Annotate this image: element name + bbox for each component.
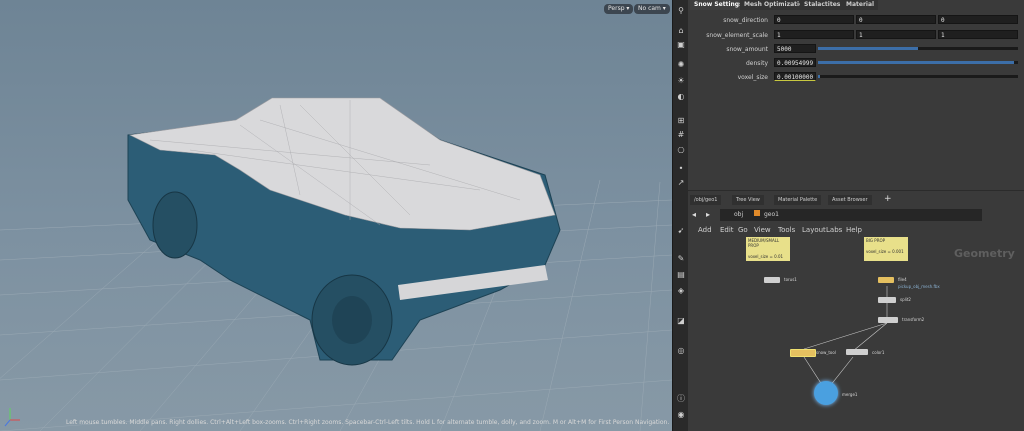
node-color1[interactable]: [846, 349, 868, 355]
slider-fill: [818, 61, 1014, 64]
snow-direction-y[interactable]: 0: [856, 15, 936, 24]
density-slider[interactable]: [818, 61, 1018, 64]
density-field[interactable]: 0.00954999: [774, 58, 816, 67]
grid-icon[interactable]: #: [676, 130, 686, 140]
display-icon[interactable]: ▤: [676, 270, 686, 280]
info-icon[interactable]: ⓘ: [676, 394, 686, 404]
node-label: file4: [898, 277, 907, 282]
voxel-size-field[interactable]: 0.00100000: [774, 72, 816, 81]
light-icon[interactable]: ✺: [676, 60, 686, 70]
node-merge1[interactable]: [814, 381, 838, 405]
snow-amount-field[interactable]: 5000: [774, 44, 816, 53]
node-label: merge1: [842, 392, 858, 397]
snow-direction-x[interactable]: 0: [774, 15, 854, 24]
pin-icon[interactable]: ⚲: [676, 6, 686, 16]
param-label: snow_direction: [723, 17, 768, 24]
node-sublabel: pickup_obj_mesh.fbx: [898, 284, 940, 289]
param-label: density: [746, 60, 768, 67]
node-split2[interactable]: [878, 297, 896, 303]
ghost-icon[interactable]: ◎: [676, 346, 686, 356]
tab-stalactites[interactable]: Stalactites: [800, 0, 845, 10]
tab-material[interactable]: Material: [842, 0, 879, 10]
snow-direction-z[interactable]: 0: [938, 15, 1018, 24]
node-snow-tool[interactable]: [790, 349, 816, 357]
scene-viewport[interactable]: Persp ▾ No cam ▾ Left mouse tumbles. Mid…: [0, 0, 672, 431]
camera-menu[interactable]: No cam ▾: [634, 4, 670, 14]
node-torus1[interactable]: [764, 277, 780, 283]
frame-icon[interactable]: ▣: [676, 40, 686, 50]
dot-icon[interactable]: •: [676, 164, 686, 174]
node-label: color1: [872, 350, 885, 355]
parameter-pane: Snow Settings Mesh Optimization Stalacti…: [688, 0, 1024, 190]
status-bar: Left mouse tumbles. Middle pans. Right d…: [66, 419, 670, 426]
snow-amount-slider[interactable]: [818, 47, 1018, 50]
camera-icon[interactable]: ⎔: [676, 146, 686, 156]
shade-icon[interactable]: ◪: [676, 316, 686, 326]
shadow-icon[interactable]: ◐: [676, 92, 686, 102]
brush-icon[interactable]: ✎: [676, 254, 686, 264]
node-file4[interactable]: [878, 277, 894, 283]
node-label: transform2: [902, 317, 925, 322]
select-icon[interactable]: ➹: [676, 226, 686, 236]
tab-snow-settings[interactable]: Snow Settings: [690, 0, 747, 10]
param-label: snow_amount: [726, 46, 768, 53]
node-label: torus1: [784, 277, 797, 282]
axis-gizmo: [4, 408, 20, 427]
viewport-canvas: [0, 97, 672, 431]
node-label: split2: [900, 297, 911, 302]
wire-icon[interactable]: ◈: [676, 286, 686, 296]
param-label: voxel_size: [737, 74, 768, 81]
param-label: snow_element_scale: [706, 32, 768, 39]
snow-element-scale-y[interactable]: 1: [856, 30, 936, 39]
voxel-size-slider[interactable]: [818, 75, 1018, 78]
render-icon[interactable]: ◉: [676, 410, 686, 420]
snow-element-scale-x[interactable]: 1: [774, 30, 854, 39]
home-icon[interactable]: ⌂: [676, 26, 686, 36]
slider-fill: [818, 75, 820, 78]
node-label: snow_tool: [816, 350, 836, 355]
truck-model: [127, 97, 561, 366]
perspective-menu[interactable]: Persp ▾: [604, 4, 634, 14]
snap-icon[interactable]: ⊞: [676, 116, 686, 126]
slider-fill: [818, 47, 918, 50]
node-transform2[interactable]: [878, 317, 898, 323]
snow-element-scale-z[interactable]: 1: [938, 30, 1018, 39]
arrow-icon[interactable]: ↗: [676, 178, 686, 188]
bulb-icon[interactable]: ☀: [676, 76, 686, 86]
display-toolbar: ⚲ ⌂ ▣ ✺ ☀ ◐ ⊞ # ⎔ • ↗ ➹ ✎ ▤ ◈ ◪ ◎ ⓘ ◉: [672, 0, 689, 431]
network-pane: /obj/geo1 Tree View Material Palette Ass…: [688, 191, 1024, 431]
